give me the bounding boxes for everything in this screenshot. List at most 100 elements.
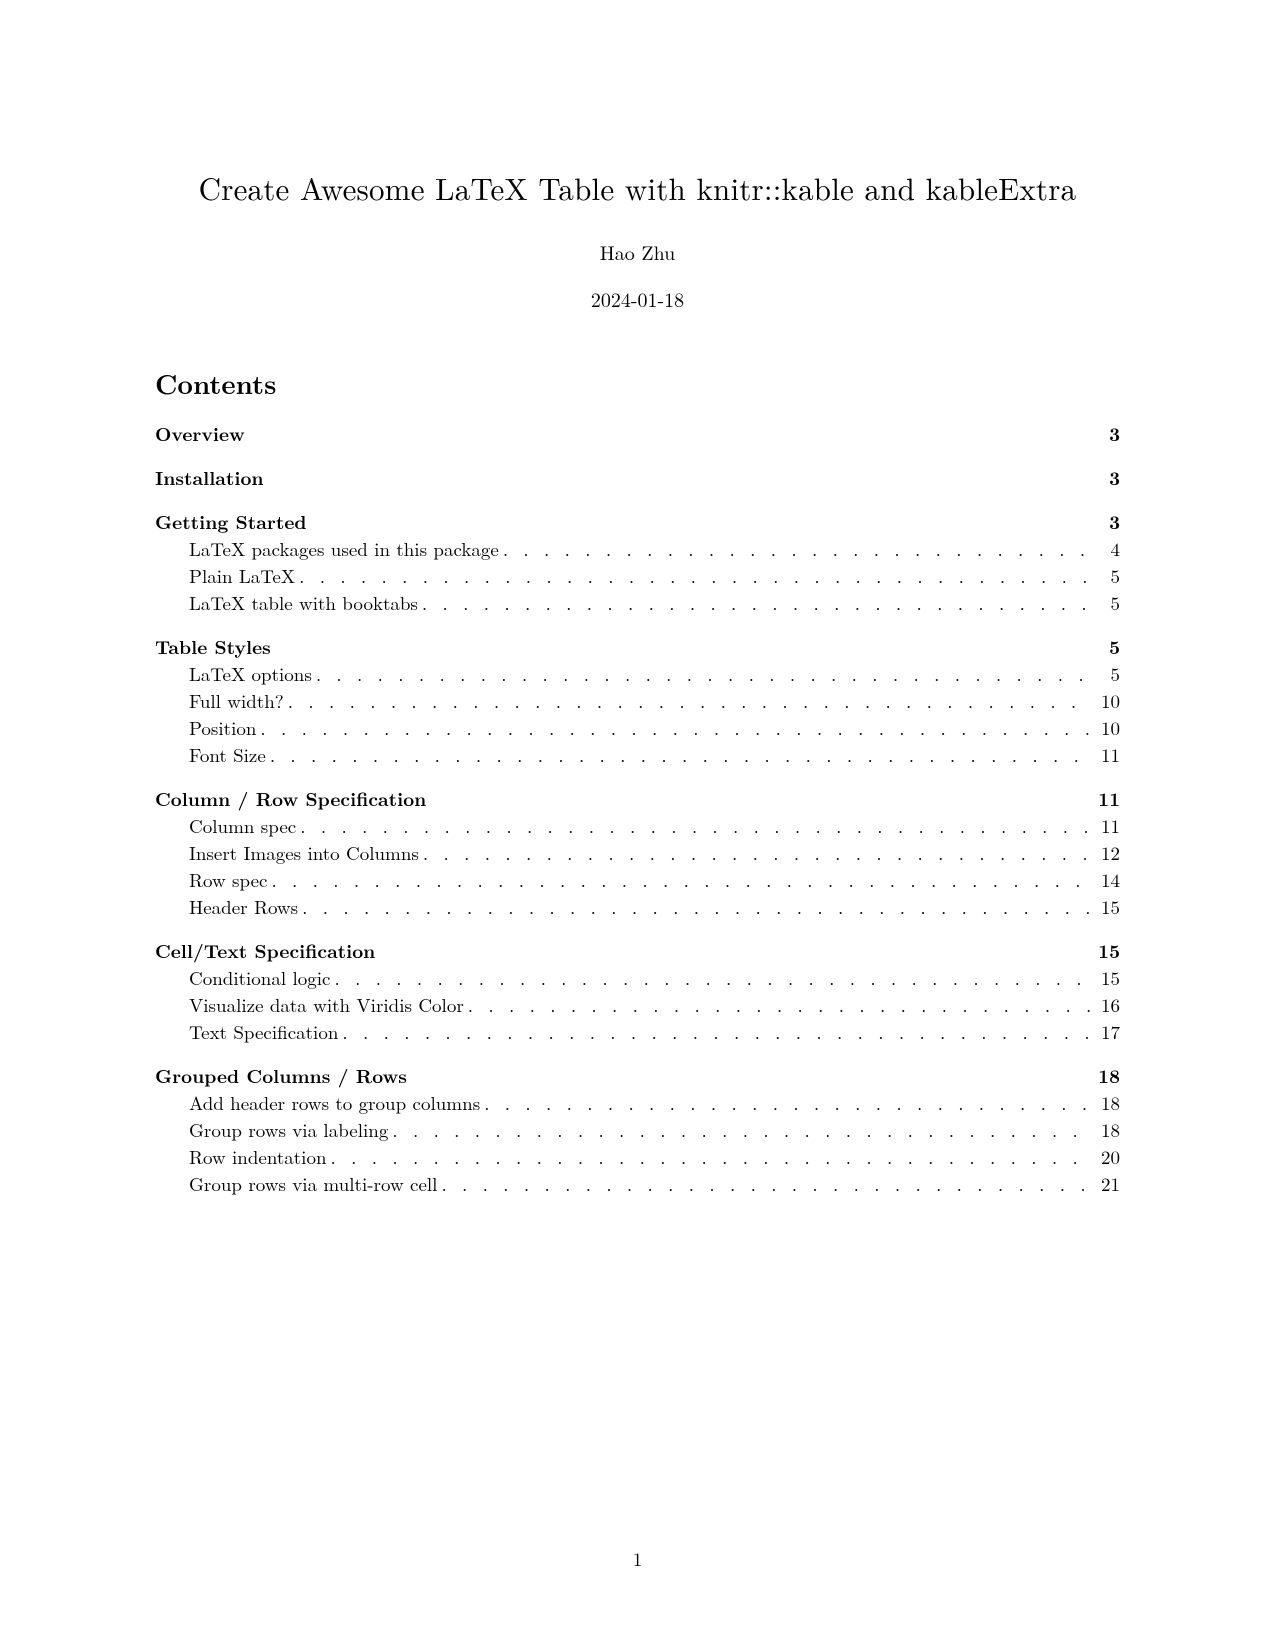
toc-entry-page: 12 bbox=[1092, 843, 1120, 862]
toc-leader-dots bbox=[330, 968, 1092, 987]
toc-entry-page: 20 bbox=[1092, 1147, 1120, 1166]
toc-entry-label: Plain LaTeX bbox=[189, 566, 295, 585]
toc-section-entry[interactable]: Installation 3 bbox=[155, 468, 1120, 487]
toc-entry-label: Row indentation bbox=[189, 1147, 327, 1166]
toc-entry-label: Header Rows bbox=[189, 897, 298, 916]
toc-subsection-entry[interactable]: Add header rows to group columns 18 bbox=[155, 1093, 1120, 1112]
toc-leader-dots bbox=[388, 1120, 1092, 1139]
toc-entry-page: 18 bbox=[1092, 1066, 1120, 1085]
toc-subsection-entry[interactable]: Full width? 10 bbox=[155, 691, 1120, 710]
toc-entry-page: 14 bbox=[1092, 870, 1120, 889]
toc-entry-label: Table Styles bbox=[155, 637, 271, 656]
document-title: Create Awesome LaTeX Table with knitr::k… bbox=[155, 165, 1120, 209]
toc-entry-label: Text Specification bbox=[189, 1022, 338, 1041]
toc-entry-page: 3 bbox=[1092, 424, 1120, 443]
toc-subsection-entry[interactable]: LaTeX packages used in this package 4 bbox=[155, 539, 1120, 558]
toc-entry-label: LaTeX table with booktabs bbox=[189, 593, 418, 612]
toc-leader-dots bbox=[480, 1093, 1092, 1112]
toc-entry-label: Getting Started bbox=[155, 512, 307, 531]
toc-entry-label: Cell/Text Specification bbox=[155, 941, 375, 960]
toc-entry-page: 10 bbox=[1092, 691, 1120, 710]
toc-entry-page: 15 bbox=[1092, 968, 1120, 987]
toc-section-entry[interactable]: Table Styles 5 bbox=[155, 637, 1120, 656]
toc-leader-dots bbox=[266, 745, 1092, 764]
toc-leader-dots bbox=[267, 870, 1092, 889]
toc-entry-page: 3 bbox=[1092, 512, 1120, 531]
toc-entry-label: Column / Row Specification bbox=[155, 789, 426, 808]
toc-section-entry[interactable]: Cell/Text Specification 15 bbox=[155, 941, 1120, 960]
toc-leader-dots bbox=[419, 843, 1092, 862]
toc-entry-label: Position bbox=[189, 718, 256, 737]
toc-subsection-entry[interactable]: LaTeX table with booktabs 5 bbox=[155, 593, 1120, 612]
toc-subsection-entry[interactable]: Group rows via multi-row cell 21 bbox=[155, 1174, 1120, 1193]
toc-subsection-entry[interactable]: Column spec 11 bbox=[155, 816, 1120, 835]
toc-entry-page: 16 bbox=[1092, 995, 1120, 1014]
toc-entry-label: Overview bbox=[155, 424, 245, 443]
toc-subsection-entry[interactable]: Group rows via labeling 18 bbox=[155, 1120, 1120, 1139]
toc-entry-page: 18 bbox=[1092, 1120, 1120, 1139]
toc-entry-page: 5 bbox=[1092, 593, 1120, 612]
toc-entry-label: Full width? bbox=[189, 691, 284, 710]
toc-leader-dots bbox=[338, 1022, 1092, 1041]
toc-leader-dots bbox=[295, 566, 1092, 585]
toc-leader-dots bbox=[437, 1174, 1092, 1193]
toc-subsection-entry[interactable]: Font Size 11 bbox=[155, 745, 1120, 764]
toc-entry-label: Group rows via multi-row cell bbox=[189, 1174, 437, 1193]
document-page: Create Awesome LaTeX Table with knitr::k… bbox=[0, 0, 1275, 1193]
toc-subsection-entry[interactable]: Conditional logic 15 bbox=[155, 968, 1120, 987]
toc-section-entry[interactable]: Grouped Columns / Rows 18 bbox=[155, 1066, 1120, 1085]
toc-entry-label: LaTeX options bbox=[189, 664, 312, 683]
toc-leader-dots bbox=[284, 691, 1092, 710]
toc-entry-page: 5 bbox=[1092, 664, 1120, 683]
toc-entry-label: Row spec bbox=[189, 870, 267, 889]
toc-leader-dots bbox=[327, 1147, 1092, 1166]
toc-leader-dots bbox=[464, 995, 1092, 1014]
toc-entry-page: 15 bbox=[1092, 897, 1120, 916]
toc-subsection-entry[interactable]: LaTeX options 5 bbox=[155, 664, 1120, 683]
toc-entry-label: Add header rows to group columns bbox=[189, 1093, 480, 1112]
toc-subsection-entry[interactable]: Row indentation 20 bbox=[155, 1147, 1120, 1166]
toc-entry-page: 15 bbox=[1092, 941, 1120, 960]
toc-entry-page: 17 bbox=[1092, 1022, 1120, 1041]
toc-subsection-entry[interactable]: Row spec 14 bbox=[155, 870, 1120, 889]
toc-subsection-entry[interactable]: Plain LaTeX 5 bbox=[155, 566, 1120, 585]
toc-leader-dots bbox=[296, 816, 1092, 835]
document-date: 2024-01-18 bbox=[155, 284, 1120, 313]
toc-entry-page: 18 bbox=[1092, 1093, 1120, 1112]
toc-entry-page: 21 bbox=[1092, 1174, 1120, 1193]
toc-entry-page: 3 bbox=[1092, 468, 1120, 487]
toc-leader-dots bbox=[499, 539, 1092, 558]
toc-subsection-entry[interactable]: Text Specification 17 bbox=[155, 1022, 1120, 1041]
toc-subsection-entry[interactable]: Header Rows 15 bbox=[155, 897, 1120, 916]
toc-leader-dots bbox=[418, 593, 1092, 612]
toc-entry-page: 11 bbox=[1092, 816, 1120, 835]
toc-entry-label: Insert Images into Columns bbox=[189, 843, 419, 862]
toc-subsection-entry[interactable]: Position 10 bbox=[155, 718, 1120, 737]
toc-section-entry[interactable]: Overview 3 bbox=[155, 424, 1120, 443]
toc-entry-label: LaTeX packages used in this package bbox=[189, 539, 499, 558]
toc-entry-page: 11 bbox=[1092, 789, 1120, 808]
toc-entry-page: 4 bbox=[1092, 539, 1120, 558]
toc-leader-dots bbox=[298, 897, 1092, 916]
toc-entry-label: Visualize data with Viridis Color bbox=[189, 995, 464, 1014]
page-number: 1 bbox=[0, 1545, 1275, 1572]
toc-entry-label: Grouped Columns / Rows bbox=[155, 1066, 407, 1085]
toc-entry-page: 5 bbox=[1092, 566, 1120, 585]
toc-section-entry[interactable]: Column / Row Specification 11 bbox=[155, 789, 1120, 808]
toc-section-entry[interactable]: Getting Started 3 bbox=[155, 512, 1120, 531]
toc-entry-label: Group rows via labeling bbox=[189, 1120, 388, 1139]
toc-entry-page: 5 bbox=[1092, 637, 1120, 656]
toc-subsection-entry[interactable]: Insert Images into Columns 12 bbox=[155, 843, 1120, 862]
toc-entry-page: 11 bbox=[1092, 745, 1120, 764]
toc-subsection-entry[interactable]: Visualize data with Viridis Color 16 bbox=[155, 995, 1120, 1014]
toc-entry-label: Column spec bbox=[189, 816, 296, 835]
table-of-contents: Overview 3 Installation 3 Getting Started 3 La… bbox=[155, 424, 1120, 1193]
toc-entry-label: Installation bbox=[155, 468, 264, 487]
toc-leader-dots bbox=[312, 664, 1092, 683]
toc-entry-label: Conditional logic bbox=[189, 968, 330, 987]
contents-heading: Contents bbox=[155, 363, 1120, 402]
toc-entry-page: 10 bbox=[1092, 718, 1120, 737]
toc-leader-dots bbox=[256, 718, 1092, 737]
toc-entry-label: Font Size bbox=[189, 745, 266, 764]
document-author: Hao Zhu bbox=[155, 237, 1120, 266]
